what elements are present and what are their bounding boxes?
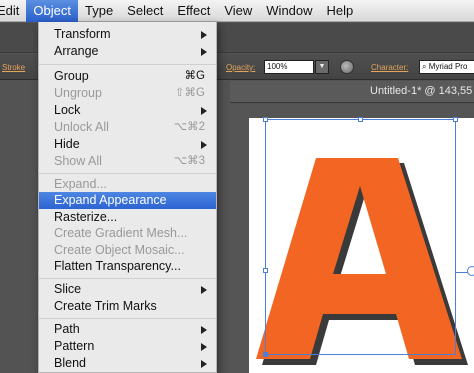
- menu-item-hide[interactable]: Hide: [39, 136, 216, 153]
- handle-middle-left[interactable]: [263, 268, 268, 273]
- menu-item-blend[interactable]: Blend: [39, 355, 216, 372]
- menu-separator: [39, 64, 216, 65]
- document-tab[interactable]: Untitled-1* @ 143,55: [230, 81, 474, 103]
- submenu-arrow-icon: [201, 326, 207, 334]
- shortcut-label: ⌥⌘3: [173, 155, 205, 167]
- shortcut-label: ⌥⌘2: [173, 121, 205, 133]
- font-family-input[interactable]: ⌕ Myriad Pro: [419, 60, 474, 74]
- recolor-artwork-icon[interactable]: [340, 60, 354, 74]
- menu-view[interactable]: View: [217, 0, 259, 22]
- handle-middle-right[interactable]: [467, 266, 474, 276]
- object-menu-dropdown: Transform Arrange Group ⌘G Ungroup ⇧⌘G L…: [38, 22, 217, 373]
- menu-item-arrange[interactable]: Arrange: [39, 43, 216, 60]
- menu-item-flatten-transparency[interactable]: Flatten Transparency...: [39, 258, 216, 275]
- menu-item-group[interactable]: Group ⌘G: [39, 68, 216, 85]
- submenu-arrow-icon: [201, 48, 207, 56]
- opacity-input[interactable]: 100%: [264, 60, 314, 74]
- font-family-value: Myriad Pro: [428, 62, 468, 71]
- menu-select[interactable]: Select: [120, 0, 170, 22]
- menu-item-expand: Expand...: [54, 177, 107, 191]
- menu-item-create-trim-marks[interactable]: Create Trim Marks: [39, 298, 216, 315]
- menu-item-create-object-mosaic: Create Object Mosaic...: [54, 243, 185, 257]
- menu-edit[interactable]: Edit: [0, 0, 26, 22]
- opacity-link[interactable]: Opacity:: [226, 63, 255, 72]
- search-icon: ⌕: [422, 62, 427, 71]
- stroke-link[interactable]: Stroke: [2, 63, 25, 72]
- menu-bar: Edit Object Type Select Effect View Wind…: [0, 0, 474, 22]
- submenu-arrow-icon: [201, 360, 207, 368]
- menu-item-rasterize[interactable]: Rasterize...: [39, 209, 216, 226]
- submenu-arrow-icon: [201, 107, 207, 115]
- menu-type[interactable]: Type: [78, 0, 120, 22]
- handle-top-left[interactable]: [263, 117, 268, 122]
- handle-top-right[interactable]: [453, 117, 458, 122]
- menu-item-create-gradient-mesh: Create Gradient Mesh...: [54, 226, 188, 240]
- submenu-arrow-icon: [201, 343, 207, 351]
- menu-item-slice[interactable]: Slice: [39, 281, 216, 298]
- menu-item-unlock-all: Unlock All ⌥⌘2: [54, 120, 205, 134]
- document-title: Untitled-1* @ 143,55: [370, 85, 473, 97]
- shortcut-label: ⌘G: [184, 70, 205, 82]
- menu-item-expand-appearance[interactable]: Expand Appearance: [39, 192, 216, 209]
- menu-item-show-all: Show All ⌥⌘3: [54, 154, 205, 168]
- opacity-dropdown-icon[interactable]: ▼: [315, 60, 329, 74]
- menu-object[interactable]: Object: [26, 0, 78, 22]
- submenu-arrow-icon: [201, 31, 207, 39]
- submenu-arrow-icon: [201, 141, 207, 149]
- menu-separator: [39, 173, 216, 174]
- menu-item-lock[interactable]: Lock: [39, 102, 216, 119]
- menu-window[interactable]: Window: [259, 0, 319, 22]
- menu-item-path[interactable]: Path: [39, 321, 216, 338]
- menu-item-pattern[interactable]: Pattern: [39, 338, 216, 355]
- menu-effect[interactable]: Effect: [170, 0, 217, 22]
- selection-bounding-box[interactable]: [265, 119, 456, 355]
- submenu-arrow-icon: [201, 286, 207, 294]
- menu-item-transform[interactable]: Transform: [39, 26, 216, 43]
- menu-separator: [39, 278, 216, 279]
- menu-help[interactable]: Help: [320, 0, 361, 22]
- character-link[interactable]: Character:: [371, 63, 408, 72]
- menu-separator: [39, 318, 216, 319]
- handle-bottom-left[interactable]: [263, 352, 268, 357]
- handle-top-center[interactable]: [358, 117, 363, 122]
- shortcut-label: ⇧⌘G: [174, 87, 205, 99]
- menu-item-ungroup: Ungroup ⇧⌘G: [54, 86, 205, 100]
